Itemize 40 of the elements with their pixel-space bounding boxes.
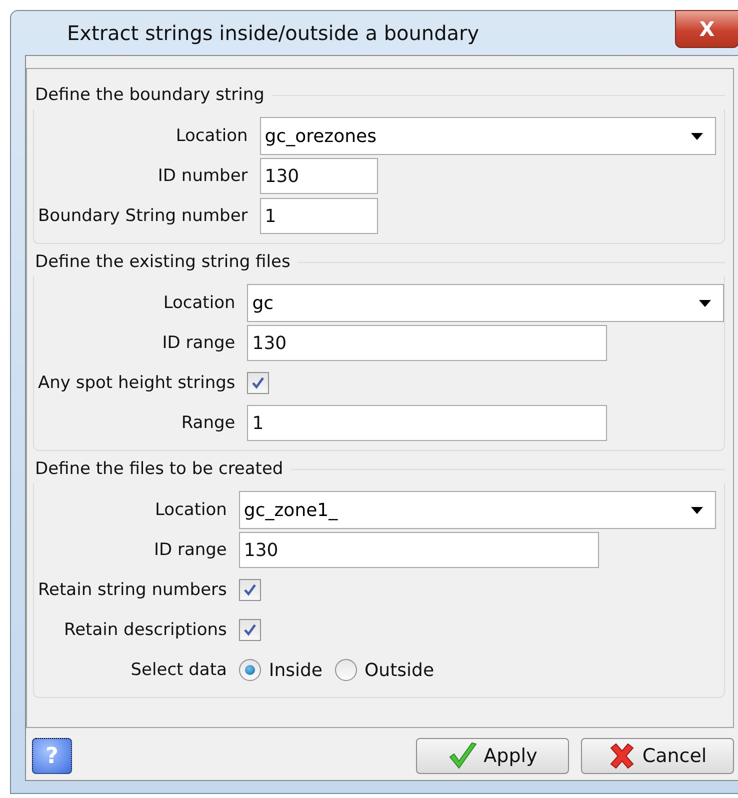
caret-icon xyxy=(699,300,711,306)
field-label: ID range xyxy=(152,540,227,560)
checkbox[interactable] xyxy=(238,579,261,601)
field-label: Location xyxy=(174,126,248,146)
field-label: Select data xyxy=(130,660,227,680)
field-label: Range xyxy=(180,413,236,433)
radio-option[interactable]: Inside xyxy=(238,659,323,681)
input-field[interactable]: 1 xyxy=(260,198,378,234)
apply-button[interactable]: Apply xyxy=(416,738,569,774)
window-title: Extract strings inside/outside a boundary xyxy=(67,21,480,45)
radio-option[interactable]: Outside xyxy=(334,659,434,681)
input-field[interactable]: 130 xyxy=(260,158,378,194)
checkbox[interactable] xyxy=(247,372,270,394)
location-dropdown[interactable]: gc_zone1_ xyxy=(238,491,716,529)
cancel-button[interactable]: Cancel xyxy=(581,738,734,774)
close-button[interactable]: X xyxy=(675,10,738,48)
field-label: Retain string numbers xyxy=(38,580,227,600)
caret-icon xyxy=(691,132,703,140)
field-label: Any spot height strings xyxy=(38,373,236,393)
field-label: ID range xyxy=(161,333,236,353)
check-icon xyxy=(250,375,266,391)
cross-icon xyxy=(608,742,636,770)
group-title: Define the existing string files xyxy=(35,252,290,272)
checkmark-icon xyxy=(448,741,478,771)
caret-icon xyxy=(691,506,703,514)
checkbox[interactable] xyxy=(238,619,261,641)
location-dropdown[interactable]: gc_orezones xyxy=(260,117,716,155)
input-field[interactable]: 130 xyxy=(238,532,599,568)
field-label: ID number xyxy=(156,166,248,186)
group-title: Define the boundary string xyxy=(35,85,264,105)
input-field[interactable]: 1 xyxy=(247,405,608,441)
field-label: Location xyxy=(154,500,227,520)
check-icon xyxy=(242,622,258,638)
input-field[interactable]: 130 xyxy=(247,325,608,361)
field-label: Boundary String number xyxy=(38,206,248,226)
field-label: Location xyxy=(162,293,236,313)
field-label: Retain descriptions xyxy=(63,620,227,640)
group-title: Define the files to be created xyxy=(35,459,284,479)
location-dropdown[interactable]: gc xyxy=(247,284,724,322)
check-icon xyxy=(242,582,258,598)
